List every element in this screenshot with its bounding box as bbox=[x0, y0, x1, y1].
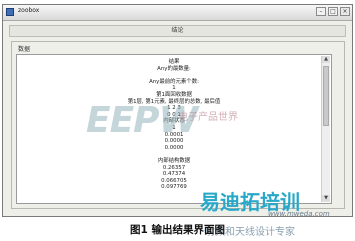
eepw-watermark-text: 电子产品世界 bbox=[178, 112, 238, 123]
output-line: 1 bbox=[172, 85, 176, 92]
groupbox-label: 数据 bbox=[17, 44, 32, 53]
scroll-down-arrow-icon[interactable]: ▼ bbox=[322, 195, 330, 202]
vertical-scrollbar[interactable]: ▲ ▼ bbox=[321, 56, 330, 202]
window-title: zoobox bbox=[18, 7, 40, 14]
output-line: 0.47374 bbox=[162, 171, 186, 178]
output-line: Any的最数量: bbox=[157, 65, 191, 72]
output-line: 0.26357 bbox=[162, 164, 186, 171]
output-line: 0.0000 bbox=[164, 144, 184, 151]
output-line: 结果 bbox=[168, 59, 180, 65]
scroll-thumb[interactable] bbox=[323, 66, 329, 126]
close-button[interactable]: × bbox=[340, 7, 350, 16]
title-bar[interactable]: zoobox – □ × bbox=[3, 5, 352, 21]
output-line: 0.066705 bbox=[161, 177, 187, 184]
app-icon bbox=[6, 8, 14, 16]
scroll-up-arrow-icon[interactable]: ▲ bbox=[322, 56, 330, 63]
result-caption-bar: 结论 bbox=[9, 25, 346, 37]
minimize-button[interactable]: – bbox=[316, 7, 326, 16]
figure-caption: 图1 输出结果界面图 bbox=[130, 224, 225, 236]
output-line: 内部结构数据 bbox=[157, 157, 191, 164]
output-line: Any最前的元素个数: bbox=[149, 78, 199, 85]
output-line: 第1面回收数据 bbox=[156, 91, 192, 98]
watermark-url: www.mweda.com bbox=[268, 210, 330, 218]
maximize-button[interactable]: □ bbox=[328, 7, 338, 16]
